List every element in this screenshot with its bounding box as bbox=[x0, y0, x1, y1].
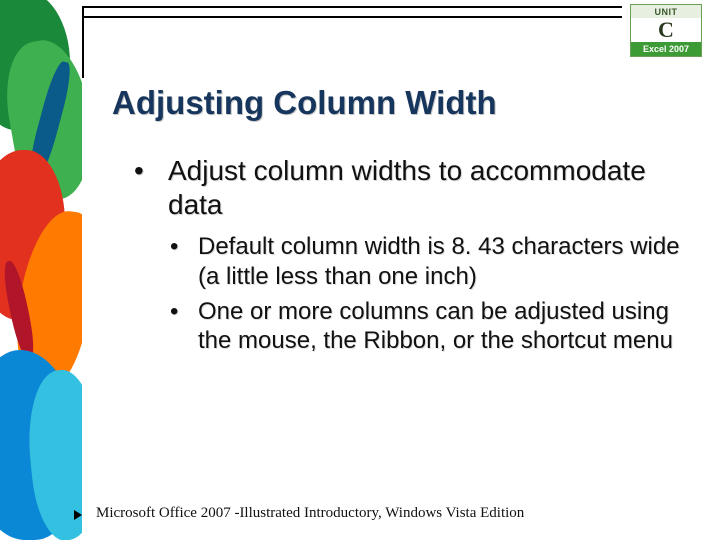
footer-text: Microsoft Office 2007 -Illustrated Intro… bbox=[96, 505, 524, 522]
bullet-level1: Adjust column widths to accommodate data… bbox=[130, 154, 690, 355]
decorative-art-strip bbox=[0, 0, 82, 540]
bullet-text: Adjust column widths to accommodate data bbox=[168, 155, 646, 220]
footer-marker-icon bbox=[74, 510, 82, 520]
product-label: Excel 2007 bbox=[631, 42, 701, 56]
bullet-level2: One or more columns can be adjusted usin… bbox=[168, 297, 690, 356]
bullet-text: Default column width is 8. 43 characters… bbox=[198, 233, 680, 289]
unit-letter: C bbox=[631, 18, 701, 42]
slide-body: Adjust column widths to accommodate data… bbox=[130, 154, 690, 369]
unit-badge: UNIT C Excel 2007 bbox=[630, 4, 702, 57]
slide: UNIT C Excel 2007 Adjusting Column Width… bbox=[0, 0, 720, 540]
slide-title: Adjusting Column Width bbox=[112, 84, 497, 122]
divider bbox=[82, 16, 622, 18]
bullet-level2: Default column width is 8. 43 characters… bbox=[168, 232, 690, 291]
bullet-text: One or more columns can be adjusted usin… bbox=[198, 298, 673, 354]
divider bbox=[82, 6, 84, 78]
divider bbox=[82, 6, 622, 8]
